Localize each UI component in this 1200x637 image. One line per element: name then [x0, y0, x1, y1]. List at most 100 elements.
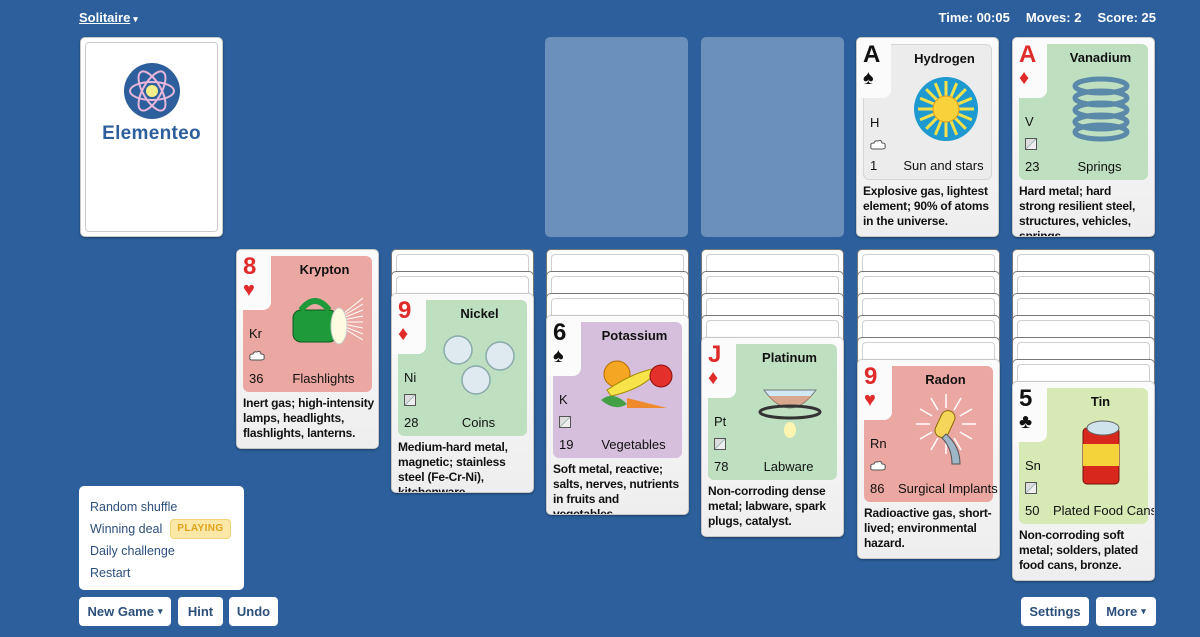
brand-logo-text: Elementeo [102, 123, 201, 144]
top-bar: Solitaire ▾ Time: 00:05 Moves: 2 Score: 2… [0, 8, 1200, 28]
element-use: Vegetables [601, 437, 666, 452]
caret-down-icon[interactable]: ▾ [158, 606, 163, 617]
nickel-illustration [442, 328, 518, 400]
element-use: Flashlights [292, 371, 355, 386]
radon-illustration [908, 394, 984, 466]
card-rank: J [708, 341, 722, 368]
game-stats: Time: 00:05 Moves: 2 Score: 25 [939, 10, 1156, 25]
playing-card[interactable]: Tin Sn 50 Plated Food Cans 5 ♣ Non-corro… [1012, 381, 1155, 581]
playing-card[interactable]: Radon Rn 86 Surgical Implants 9 ♥ Radioa… [857, 359, 1000, 559]
atomic-number: 86 [870, 481, 885, 496]
card-rank: A [1019, 41, 1037, 68]
diamonds-suit-icon: ♦ [708, 367, 719, 389]
element-description: Medium-hard metal, magnetic; stainless s… [398, 440, 508, 493]
card-rank: 8 [243, 253, 257, 280]
menu-item-winning-deal[interactable]: Winning deal PLAYING [90, 518, 233, 540]
solid-state-icon [559, 416, 571, 428]
element-symbol: H [870, 115, 880, 130]
card-back: Elementeo [85, 42, 218, 232]
game-title[interactable]: Solitaire [79, 10, 130, 25]
playing-card[interactable]: Hydrogen H 1 Sun and stars A ♠ Explosive… [856, 37, 999, 237]
caret-down-icon[interactable]: ▾ [133, 14, 138, 25]
solid-state-icon [404, 394, 416, 406]
atom-logo-icon [123, 63, 180, 119]
element-symbol: Sn [1025, 458, 1041, 473]
element-description: Explosive gas, lightest element; 90% of … [863, 184, 989, 228]
hint-button[interactable]: Hint [178, 597, 223, 626]
element-name: Krypton [299, 262, 350, 277]
new-game-menu: Random shuffle Winning deal PLAYING Daily… [79, 486, 244, 590]
settings-button[interactable]: Settings [1021, 597, 1089, 626]
foundation-slot-1[interactable] [545, 37, 688, 237]
playing-card[interactable]: Krypton Kr 36 Flashlights 8 ♥ Inert gas;… [236, 249, 379, 449]
playing-card[interactable]: Nickel Ni 28 Coins 9 ♦ Medium-hard metal… [391, 293, 534, 493]
atomic-number: 23 [1025, 159, 1040, 174]
atomic-number: 1 [870, 158, 878, 173]
foundation-slot-2[interactable] [701, 37, 844, 237]
element-symbol: V [1025, 114, 1034, 129]
solid-state-icon [1025, 138, 1037, 150]
card-rank: 9 [864, 363, 878, 390]
gas-state-icon [870, 460, 886, 472]
solid-state-icon [714, 438, 726, 450]
element-description: Hard metal; hard strong resilient steel,… [1019, 184, 1136, 237]
element-description: Non-corroding dense metal; labware, spar… [708, 484, 826, 528]
vanadium-illustration [1063, 72, 1139, 144]
card-rank: 6 [553, 319, 567, 346]
spades-suit-icon: ♠ [553, 345, 564, 367]
diamonds-suit-icon: ♦ [398, 323, 409, 345]
element-name: Hydrogen [914, 51, 975, 66]
spades-suit-icon: ♠ [863, 67, 874, 89]
game-type-menu[interactable]: Solitaire ▾ [79, 10, 138, 25]
element-use: Sun and stars [903, 158, 984, 173]
element-description: Soft metal, reactive; salts, nerves, nut… [553, 462, 679, 515]
potassium-illustration [597, 350, 673, 422]
element-symbol: Rn [870, 436, 887, 451]
hearts-suit-icon: ♥ [864, 389, 876, 411]
tin-illustration [1063, 416, 1139, 488]
hearts-suit-icon: ♥ [243, 279, 255, 301]
element-use: Plated Food Cans [1053, 503, 1155, 518]
stock-pile[interactable]: Elementeo [80, 37, 223, 237]
atomic-number: 36 [249, 371, 264, 386]
score: Score: 25 [1097, 10, 1156, 25]
undo-button[interactable]: Undo [229, 597, 278, 626]
menu-item-daily-challenge[interactable]: Daily challenge [90, 540, 233, 562]
element-symbol: Pt [714, 414, 727, 429]
element-name: Nickel [460, 306, 499, 321]
element-use: Springs [1077, 159, 1122, 174]
element-name: Vanadium [1069, 50, 1132, 65]
element-description: Non-corroding soft metal; solders, plate… [1019, 528, 1138, 572]
card-rank: 5 [1019, 385, 1033, 412]
playing-card[interactable]: Potassium K 19 Vegetables 6 ♠ Soft metal… [546, 315, 689, 515]
playing-card[interactable]: Platinum Pt 78 Labware J ♦ Non-corroding… [701, 337, 844, 537]
solid-state-icon [1025, 482, 1037, 494]
menu-item-restart[interactable]: Restart [90, 562, 233, 584]
caret-down-icon[interactable]: ▾ [1141, 606, 1146, 617]
element-use: Coins [461, 415, 496, 430]
gas-state-icon [249, 350, 265, 362]
element-name: Radon [925, 372, 966, 387]
diamonds-suit-icon: ♦ [1019, 67, 1030, 89]
playing-card[interactable]: Vanadium V 23 Springs A ♦ Hard metal; ha… [1012, 37, 1155, 237]
new-game-button[interactable]: New Game ▾ [79, 597, 171, 626]
atomic-number: 19 [559, 437, 574, 452]
element-name: Potassium [601, 328, 668, 343]
menu-item-random-shuffle[interactable]: Random shuffle [90, 496, 233, 518]
element-description: Radioactive gas, short-lived; environmen… [864, 506, 992, 550]
element-description: Inert gas; high-intensity lamps, headlig… [243, 396, 375, 440]
element-symbol: Kr [249, 326, 262, 341]
more-button[interactable]: More ▾ [1096, 597, 1156, 626]
element-symbol: K [559, 392, 568, 407]
atomic-number: 78 [714, 459, 729, 474]
move-counter: Moves: 2 [1025, 10, 1082, 25]
element-symbol: Ni [404, 370, 417, 385]
platinum-illustration [752, 372, 828, 444]
element-name: Tin [1090, 394, 1111, 409]
element-use: Labware [763, 459, 814, 474]
atomic-number: 28 [404, 415, 419, 430]
timer: Time: 00:05 [938, 10, 1010, 25]
clubs-suit-icon: ♣ [1019, 411, 1033, 433]
krypton-illustration [287, 284, 364, 356]
card-rank: 9 [398, 297, 412, 324]
